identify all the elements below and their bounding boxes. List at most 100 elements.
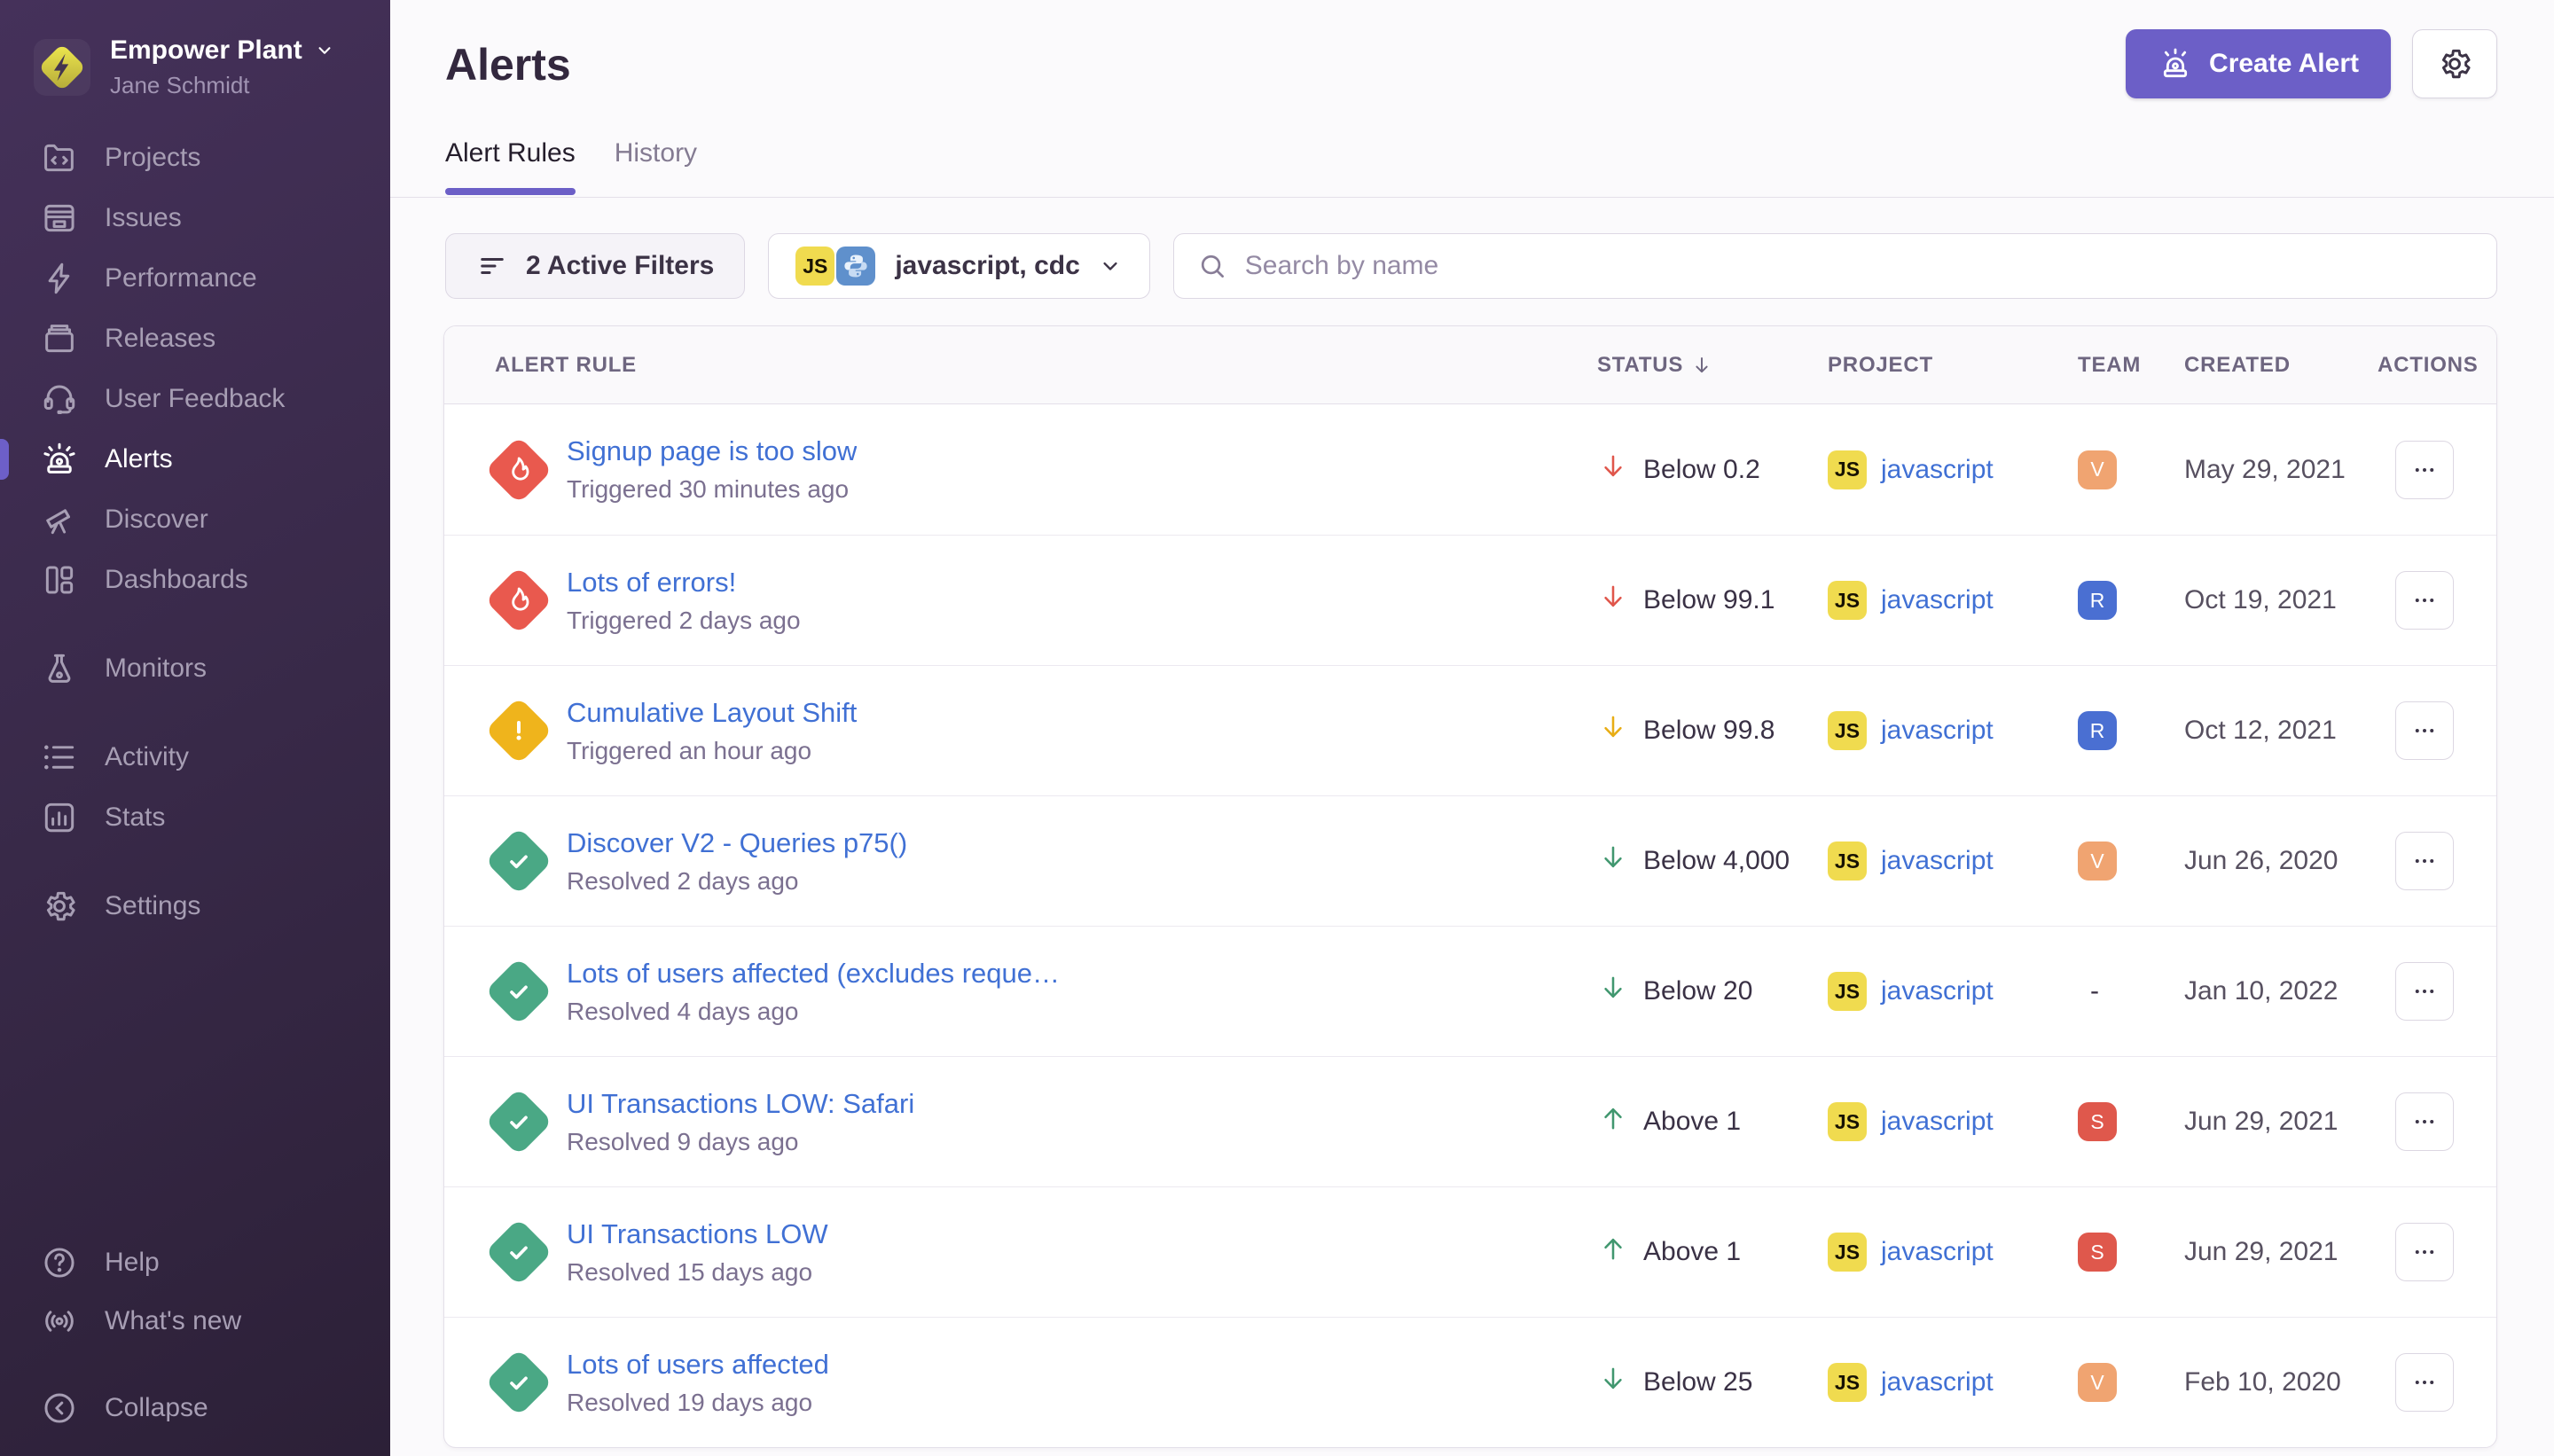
- sidebar-item-alerts[interactable]: Alerts: [0, 429, 390, 489]
- status-arrow-down-icon: [1597, 842, 1629, 881]
- active-filters-button[interactable]: 2 Active Filters: [445, 233, 745, 299]
- status-cell: Below 99.8: [1597, 711, 1828, 750]
- alert-rule-link[interactable]: UI Transactions LOW: [567, 1218, 828, 1250]
- alert-rule-detail: Triggered an hour ago: [567, 737, 857, 765]
- status-arrow-down-icon: [1597, 711, 1629, 750]
- row-actions-button[interactable]: [2395, 701, 2454, 760]
- status-label: Above 1: [1643, 1107, 1741, 1137]
- check-icon: [501, 843, 537, 879]
- tab-bar: Alert Rules History: [445, 138, 697, 195]
- search-input[interactable]: [1243, 250, 2473, 282]
- sidebar-group: Help What's new: [0, 1233, 390, 1350]
- sidebar-item-user-feedback[interactable]: User Feedback: [0, 369, 390, 429]
- org-name: Empower Plant: [110, 35, 302, 66]
- alert-rule-detail: Triggered 30 minutes ago: [567, 475, 857, 504]
- sidebar: Empower Plant Jane Schmidt ProjectsIssue…: [0, 0, 390, 1456]
- team-badge[interactable]: V: [2078, 450, 2117, 489]
- sidebar-item-projects[interactable]: Projects: [0, 128, 390, 188]
- table-header: ALERT RULE STATUS PROJECT TEAM CREATED A…: [444, 326, 2496, 404]
- alert-settings-button[interactable]: [2412, 29, 2497, 98]
- alert-rule-detail: Resolved 15 days ago: [567, 1258, 828, 1287]
- alert-rule-link[interactable]: Lots of users affected: [567, 1349, 829, 1381]
- row-created: Oct 12, 2021: [2184, 716, 2378, 746]
- project-link[interactable]: javascript: [1881, 716, 1994, 746]
- sidebar-item-help[interactable]: Help: [0, 1233, 390, 1292]
- project-link[interactable]: javascript: [1881, 455, 1994, 485]
- javascript-platform-icon: JS: [1828, 1363, 1867, 1402]
- sidebar-item-issues[interactable]: Issues: [0, 188, 390, 248]
- project-link[interactable]: javascript: [1881, 846, 1994, 876]
- alert-rule-cell: UI Transactions LOW Resolved 15 days ago: [444, 1218, 1597, 1287]
- row-actions-button[interactable]: [2395, 1353, 2454, 1412]
- row-actions-button[interactable]: [2395, 441, 2454, 499]
- gear-icon: [2436, 45, 2473, 82]
- app-root: Empower Plant Jane Schmidt ProjectsIssue…: [0, 0, 2554, 1456]
- row-actions-button[interactable]: [2395, 1092, 2454, 1151]
- alert-rule-link[interactable]: Signup page is too slow: [567, 435, 857, 467]
- row-actions-button[interactable]: [2395, 962, 2454, 1021]
- sidebar-item-label: Dashboards: [105, 565, 248, 595]
- row-created: Oct 19, 2021: [2184, 585, 2378, 615]
- alert-rule-link[interactable]: Discover V2 - Queries p75(): [567, 827, 907, 859]
- broadcast-icon: [41, 1303, 78, 1340]
- sidebar-item-settings[interactable]: Settings: [0, 876, 390, 936]
- sidebar-item-discover[interactable]: Discover: [0, 489, 390, 550]
- row-actions-button[interactable]: [2395, 571, 2454, 630]
- dots-icon: [2409, 1367, 2440, 1397]
- column-status[interactable]: STATUS: [1597, 353, 1828, 378]
- alert-rule-link[interactable]: Cumulative Layout Shift: [567, 697, 857, 729]
- sidebar-item-releases[interactable]: Releases: [0, 309, 390, 369]
- project-link[interactable]: javascript: [1881, 976, 1994, 1006]
- javascript-platform-icon: JS: [1828, 842, 1867, 881]
- team-cell: S: [2078, 1102, 2184, 1141]
- team-badge[interactable]: R: [2078, 581, 2117, 620]
- team-badge[interactable]: R: [2078, 711, 2117, 750]
- filter-row: 2 Active Filters JS javascript, cdc: [445, 233, 2497, 299]
- sidebar-item-collapse[interactable]: Collapse: [0, 1379, 390, 1437]
- sidebar-item-what-s-new[interactable]: What's new: [0, 1292, 390, 1350]
- project-filter-dropdown[interactable]: JS javascript, cdc: [768, 233, 1149, 299]
- tab-history[interactable]: History: [615, 138, 697, 195]
- sidebar-item-performance[interactable]: Performance: [0, 248, 390, 309]
- team-badge[interactable]: V: [2078, 1363, 2117, 1402]
- help-circle-icon: [41, 1244, 78, 1281]
- collapse-circle-icon: [41, 1389, 78, 1427]
- alert-rule-cell: Signup page is too slow Triggered 30 minu…: [444, 435, 1597, 504]
- status-cell: Below 25: [1597, 1363, 1828, 1402]
- team-badge[interactable]: S: [2078, 1102, 2117, 1141]
- org-switcher[interactable]: Empower Plant Jane Schmidt: [34, 35, 336, 99]
- status-cell: Below 20: [1597, 972, 1828, 1011]
- sidebar-item-activity[interactable]: Activity: [0, 727, 390, 787]
- project-link[interactable]: javascript: [1881, 585, 1994, 615]
- row-actions-button[interactable]: [2395, 832, 2454, 890]
- sidebar-item-dashboards[interactable]: Dashboards: [0, 550, 390, 610]
- project-link[interactable]: javascript: [1881, 1237, 1994, 1267]
- alert-status-resolved-icon: [485, 1349, 552, 1416]
- sidebar-item-label: Help: [105, 1248, 160, 1278]
- project-link[interactable]: javascript: [1881, 1367, 1994, 1397]
- status-label: Below 4,000: [1643, 846, 1790, 876]
- alert-rule-detail: Triggered 2 days ago: [567, 607, 801, 635]
- alert-rule-link[interactable]: UI Transactions LOW: Safari: [567, 1088, 914, 1120]
- javascript-platform-icon: JS: [795, 247, 834, 286]
- tab-alert-rules[interactable]: Alert Rules: [445, 138, 576, 195]
- chevron-down-icon: [1098, 254, 1123, 278]
- check-icon: [501, 1104, 537, 1139]
- search-box: [1173, 233, 2497, 299]
- sidebar-item-monitors[interactable]: Monitors: [0, 638, 390, 699]
- sidebar-item-label: Releases: [105, 324, 215, 354]
- team-badge[interactable]: S: [2078, 1233, 2117, 1272]
- javascript-platform-icon: JS: [1828, 711, 1867, 750]
- alert-rule-link[interactable]: Lots of users affected (excludes reque…: [567, 958, 1060, 990]
- create-alert-button[interactable]: Create Alert: [2126, 29, 2391, 98]
- alert-rule-link[interactable]: Lots of errors!: [567, 567, 801, 599]
- project-link[interactable]: javascript: [1881, 1107, 1994, 1137]
- row-actions-button[interactable]: [2395, 1223, 2454, 1281]
- project-cell: JS javascript: [1828, 711, 2078, 750]
- sidebar-item-stats[interactable]: Stats: [0, 787, 390, 848]
- status-arrow-up-icon: [1597, 1233, 1629, 1272]
- status-arrow-down-icon: [1597, 1363, 1629, 1402]
- team-badge[interactable]: V: [2078, 842, 2117, 881]
- siren-icon: [41, 441, 78, 478]
- tab-divider: [390, 197, 2554, 198]
